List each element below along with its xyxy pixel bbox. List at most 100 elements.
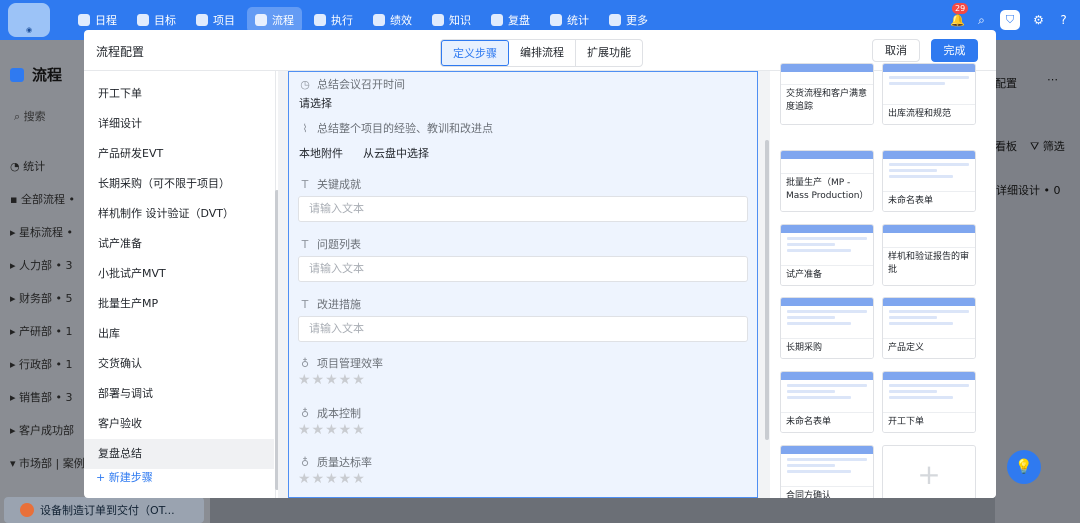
more-icon[interactable]: ⋯ — [1047, 73, 1058, 86]
improvements-input[interactable]: 请输入文本 — [298, 316, 748, 342]
achievements-input[interactable]: 请输入文本 — [298, 196, 748, 222]
meeting-time-select[interactable]: 请选择 — [299, 95, 332, 111]
template-card-label: 出库流程和规范 — [883, 104, 975, 124]
shield-icon[interactable]: ⛉ — [1000, 10, 1020, 30]
rating-stars[interactable]: ★★★★★ — [298, 422, 366, 438]
field-label-text: 总结会议召开时间 — [317, 78, 405, 91]
config-link[interactable]: 配置 — [995, 75, 1017, 91]
app-logo[interactable]: ◉ — [8, 3, 50, 37]
plus-icon: + — [917, 458, 941, 491]
gear-icon[interactable]: ⚙ — [1032, 13, 1045, 27]
form-scrollbar[interactable] — [765, 140, 769, 440]
cancel-button[interactable]: 取消 — [872, 39, 920, 62]
field-label: ♁ 项目管理效率 — [299, 355, 383, 371]
right-background — [995, 40, 1080, 523]
tab-define-steps[interactable]: 定义步骤 — [441, 40, 509, 66]
field-label: ⌇ 总结整个项目的经验、教训和改进点 — [299, 120, 493, 136]
text-field-icon: T — [301, 237, 309, 251]
field-label: ♁ 成本控制 — [299, 405, 361, 421]
field-label: T 问题列表 — [299, 236, 361, 252]
clock-icon: ◷ — [300, 77, 310, 91]
template-card[interactable]: 样机和验证报告的审批 — [882, 224, 976, 286]
sidebar-item-label: 全部流程 • — [20, 193, 75, 206]
sidebar-item-starred[interactable]: ▸ 星标流程 • — [10, 216, 85, 249]
add-template-button[interactable]: + — [882, 445, 976, 498]
card-preview — [781, 454, 873, 473]
sidebar-item-admin[interactable]: ▸ 行政部 • 1 — [10, 348, 85, 381]
template-card-label: 合同方确认 — [781, 486, 873, 498]
search-input[interactable]: ⌕ 搜索 — [14, 108, 46, 124]
template-card[interactable]: 出库流程和规范 — [882, 63, 976, 125]
rating-stars[interactable]: ★★★★★ — [298, 471, 366, 487]
template-card-label: 试产准备 — [781, 265, 873, 285]
step-item[interactable]: 产品研发EVT — [84, 139, 274, 169]
step-item[interactable]: 样机制作 设计验证（DVT） — [84, 199, 274, 229]
field-label-text: 总结整个项目的经验、教训和改进点 — [317, 122, 493, 135]
template-card-label: 产品定义 — [883, 338, 975, 358]
tab-extensions[interactable]: 扩展功能 — [576, 40, 642, 66]
done-button[interactable]: 完成 — [931, 39, 978, 62]
card-header — [883, 298, 975, 306]
card-header — [781, 372, 873, 380]
field-label-text: 改进措施 — [317, 298, 361, 311]
board-link[interactable]: 看板 — [995, 138, 1017, 154]
sidebar-item-finance[interactable]: ▸ 财务部 • 5 — [10, 282, 85, 315]
template-card[interactable]: 未命名表单 — [882, 150, 976, 212]
sidebar-item-rd[interactable]: ▸ 产研部 • 1 — [10, 315, 85, 348]
template-card[interactable]: 合同方确认 — [780, 445, 874, 498]
list-icon — [314, 14, 326, 26]
bulb-icon: ♁ — [300, 455, 310, 469]
nav-label: 知识 — [449, 14, 471, 27]
filter-button[interactable]: ⛛ 筛选 — [1030, 138, 1065, 154]
sidebar-item-cs[interactable]: ▸ 客户成功部 — [10, 414, 85, 447]
sidebar-item-label: 统计 — [23, 160, 46, 173]
grid-icon — [609, 14, 621, 26]
step-item[interactable]: 试产准备 — [84, 229, 274, 259]
step-item[interactable]: 交货确认 — [84, 349, 274, 379]
template-card[interactable]: 开工下单 — [882, 371, 976, 433]
sidebar-item-marketing[interactable]: ▾ 市场部 | 案例 — [10, 447, 85, 480]
nav-label: 统计 — [567, 14, 589, 27]
bell-icon[interactable]: 🔔 — [950, 13, 965, 27]
sidebar-item-all[interactable]: ▪ 全部流程 • — [10, 183, 85, 216]
card-preview — [883, 159, 975, 178]
template-card[interactable]: 产品定义 — [882, 297, 976, 359]
template-card[interactable]: 试产准备 — [780, 224, 874, 286]
card-header — [781, 64, 873, 72]
step-item[interactable]: 部署与调试 — [84, 379, 274, 409]
bulb-icon: ♁ — [300, 406, 310, 420]
field-label-text: 关键成就 — [317, 178, 361, 191]
sidebar-item-sales[interactable]: ▸ 销售部 • 3 — [10, 381, 85, 414]
help-icon[interactable]: ? — [1057, 13, 1070, 27]
cloud-attach-button[interactable]: 从云盘中选择 — [363, 145, 429, 161]
step-item[interactable]: 长期采购（可不限于项目） — [84, 169, 274, 199]
issues-input[interactable]: 请输入文本 — [298, 256, 748, 282]
step-item[interactable]: 批量生产MP — [84, 289, 274, 319]
step-item[interactable]: 小批试产MVT — [84, 259, 274, 289]
template-card[interactable]: 批量生产（MP - Mass Production） — [780, 150, 874, 212]
rating-stars[interactable]: ★★★★★ — [298, 372, 366, 388]
sidebar-item-hr[interactable]: ▸ 人力部 • 3 — [10, 249, 85, 282]
sidebar-item-selected-flow[interactable]: 设备制造订单到交付（OT... — [4, 497, 204, 523]
tab-arrange-flow[interactable]: 编排流程 — [509, 40, 576, 66]
card-header — [781, 151, 873, 159]
sidebar-item-stats[interactable]: ◔ 统计 — [10, 150, 85, 183]
assistant-fab-icon[interactable]: 💡 — [1007, 450, 1041, 484]
step-item[interactable]: 客户验收 — [84, 409, 274, 439]
template-card[interactable]: 未命名表单 — [780, 371, 874, 433]
card-header — [883, 151, 975, 159]
local-attach-button[interactable]: 本地附件 — [299, 145, 343, 161]
step-item-active[interactable]: 复盘总结 — [84, 439, 274, 469]
add-step-button[interactable]: + 新建步骤 — [96, 469, 153, 485]
nav-label: 执行 — [331, 14, 353, 27]
nav-label: 更多 — [626, 14, 648, 27]
card-preview — [781, 306, 873, 325]
template-card-label: 未命名表单 — [883, 191, 975, 211]
template-card-label: 未命名表单 — [781, 412, 873, 432]
template-card[interactable]: 交货流程和客户满意度追踪 — [780, 63, 874, 125]
search-icon[interactable]: ⌕ — [975, 13, 988, 27]
step-item[interactable]: 详细设计 — [84, 109, 274, 139]
step-item[interactable]: 开工下单 — [84, 79, 274, 109]
step-item[interactable]: 出库 — [84, 319, 274, 349]
template-card[interactable]: 长期采购 — [780, 297, 874, 359]
